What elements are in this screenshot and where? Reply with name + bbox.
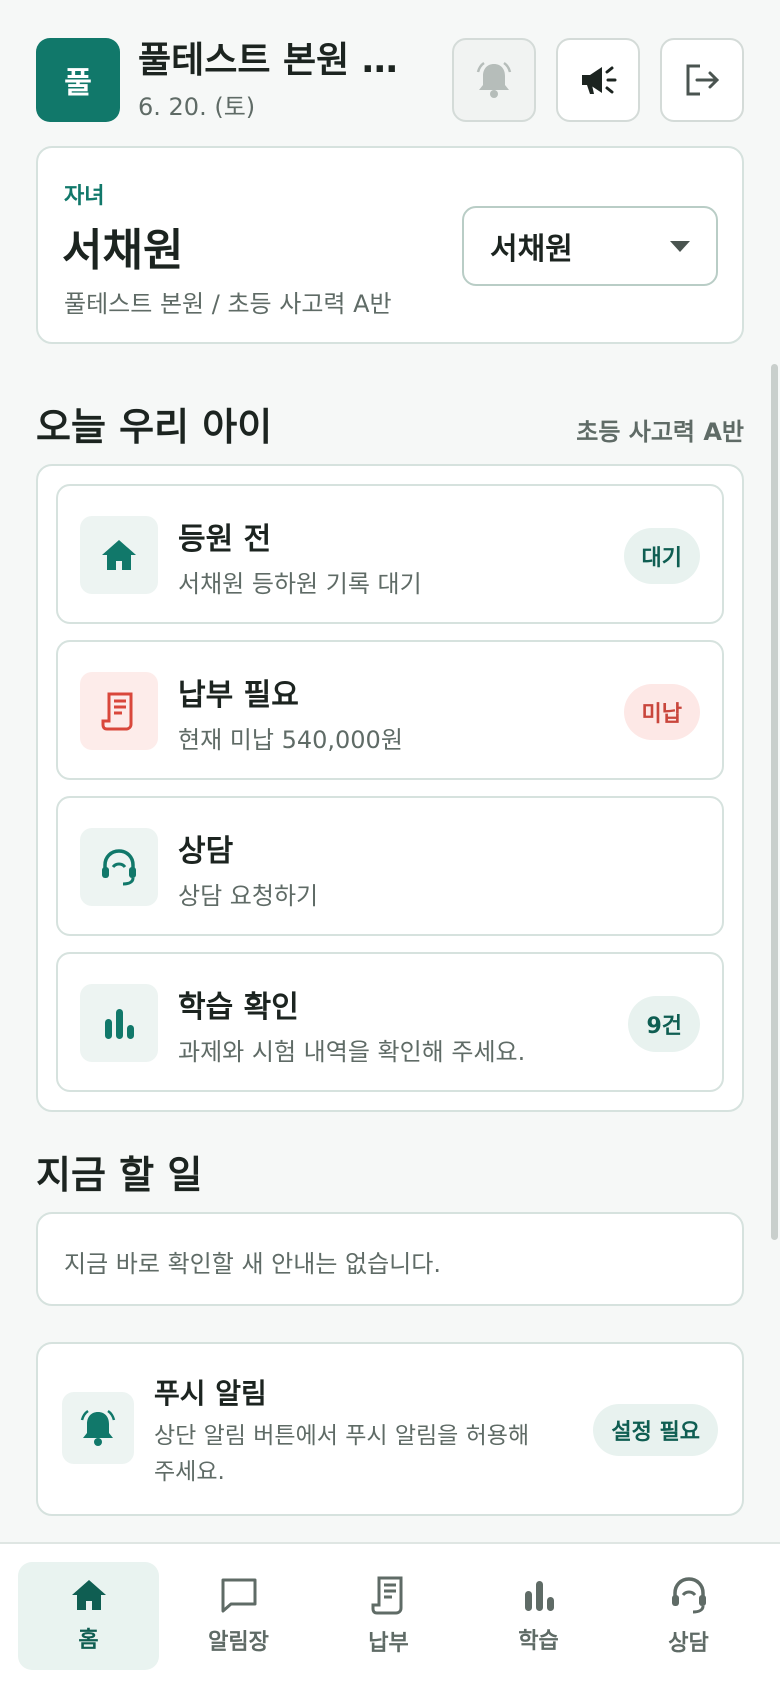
tab-label: 납부 — [368, 1631, 409, 1656]
item-title: 등원 전 — [178, 522, 272, 557]
scrollbar[interactable] — [771, 364, 778, 1240]
item-desc: 현재 미납 540,000원 — [178, 726, 403, 754]
push-desc: 상단 알림 버튼에서 푸시 알림을 허용해 주세요. — [154, 1423, 530, 1485]
logout-icon — [686, 64, 720, 96]
today-section-title: 오늘 우리 아이 — [36, 405, 273, 449]
today-card: 등원 전 서채원 등하원 기록 대기 대기 납부 필요 현재 미납 540,00… — [36, 464, 744, 1112]
attendance-item[interactable]: 등원 전 서채원 등하원 기록 대기 대기 — [56, 484, 724, 624]
bar-chart-icon — [524, 1581, 554, 1611]
item-desc: 서채원 등하원 기록 대기 — [178, 570, 422, 598]
bottom-tab-bar: 홈 알림장 납부 학습 상담 — [0, 1542, 780, 1688]
notification-button[interactable] — [452, 38, 536, 122]
today-class-name: 초등 사고력 A반 — [576, 418, 744, 446]
payment-item[interactable]: 납부 필요 현재 미납 540,000원 미납 — [56, 640, 724, 780]
push-settings-badge[interactable]: 설정 필요 — [593, 1404, 718, 1456]
child-select-value: 서채원 — [490, 232, 573, 267]
status-badge: 대기 — [623, 528, 700, 584]
todo-empty-text: 지금 바로 확인할 새 안내는 없습니다. — [64, 1250, 441, 1278]
item-desc: 상담 요청하기 — [178, 882, 319, 910]
tab-home[interactable]: 홈 — [18, 1562, 159, 1670]
tab-study[interactable]: 학습 — [468, 1562, 609, 1670]
logout-button[interactable] — [660, 38, 744, 122]
tab-label: 홈 — [78, 1628, 99, 1653]
count-badge: 9건 — [628, 996, 700, 1052]
push-card: 푸시 알림 상단 알림 버튼에서 푸시 알림을 허용해 주세요. 설정 필요 — [36, 1342, 744, 1516]
academy-title: 풀테스트 본원 학원 — [138, 39, 428, 81]
chat-icon — [221, 1578, 256, 1613]
headset-icon — [80, 828, 158, 906]
child-card: 자녀 서채원 풀테스트 본원 / 초등 사고력 A반 서채원 — [36, 146, 744, 344]
app-header: 풀 풀테스트 본원 학원 6. 20. (토) — [36, 38, 744, 122]
item-title: 상담 — [178, 834, 234, 869]
child-class-path: 풀테스트 본원 / 초등 사고력 A반 — [64, 290, 392, 318]
tab-label: 상담 — [668, 1631, 709, 1656]
receipt-icon — [80, 672, 158, 750]
megaphone-icon — [582, 66, 617, 94]
item-title: 납부 필요 — [178, 678, 299, 713]
bell-icon — [62, 1392, 134, 1464]
push-title: 푸시 알림 — [154, 1377, 267, 1410]
announcement-button[interactable] — [556, 38, 640, 122]
todo-section-title: 지금 할 일 — [36, 1153, 203, 1197]
academy-logo: 풀 — [36, 38, 120, 122]
receipt-icon — [371, 1576, 402, 1615]
tab-label: 학습 — [518, 1629, 559, 1654]
chevron-down-icon — [670, 240, 690, 252]
home-icon — [80, 516, 158, 594]
item-title: 학습 확인 — [178, 990, 299, 1025]
unpaid-badge: 미납 — [623, 684, 700, 740]
bar-chart-icon — [80, 984, 158, 1062]
bell-icon — [476, 61, 512, 98]
headset-icon — [671, 1577, 706, 1614]
tab-label: 알림장 — [208, 1630, 269, 1655]
tab-payment[interactable]: 납부 — [318, 1562, 459, 1670]
child-select[interactable]: 서채원 — [462, 206, 718, 286]
counsel-item[interactable]: 상담 상담 요청하기 — [56, 796, 724, 936]
tab-counsel[interactable]: 상담 — [618, 1562, 759, 1670]
todo-card: 지금 바로 확인할 새 안내는 없습니다. — [36, 1212, 744, 1306]
child-label: 자녀 — [64, 184, 105, 209]
study-item[interactable]: 학습 확인 과제와 시험 내역을 확인해 주세요. 9건 — [56, 952, 724, 1092]
home-icon — [71, 1580, 106, 1610]
item-desc: 과제와 시험 내역을 확인해 주세요. — [178, 1038, 526, 1066]
child-name: 서채원 — [62, 225, 184, 276]
today-date: 6. 20. (토) — [138, 92, 256, 121]
tab-notice[interactable]: 알림장 — [168, 1562, 309, 1670]
